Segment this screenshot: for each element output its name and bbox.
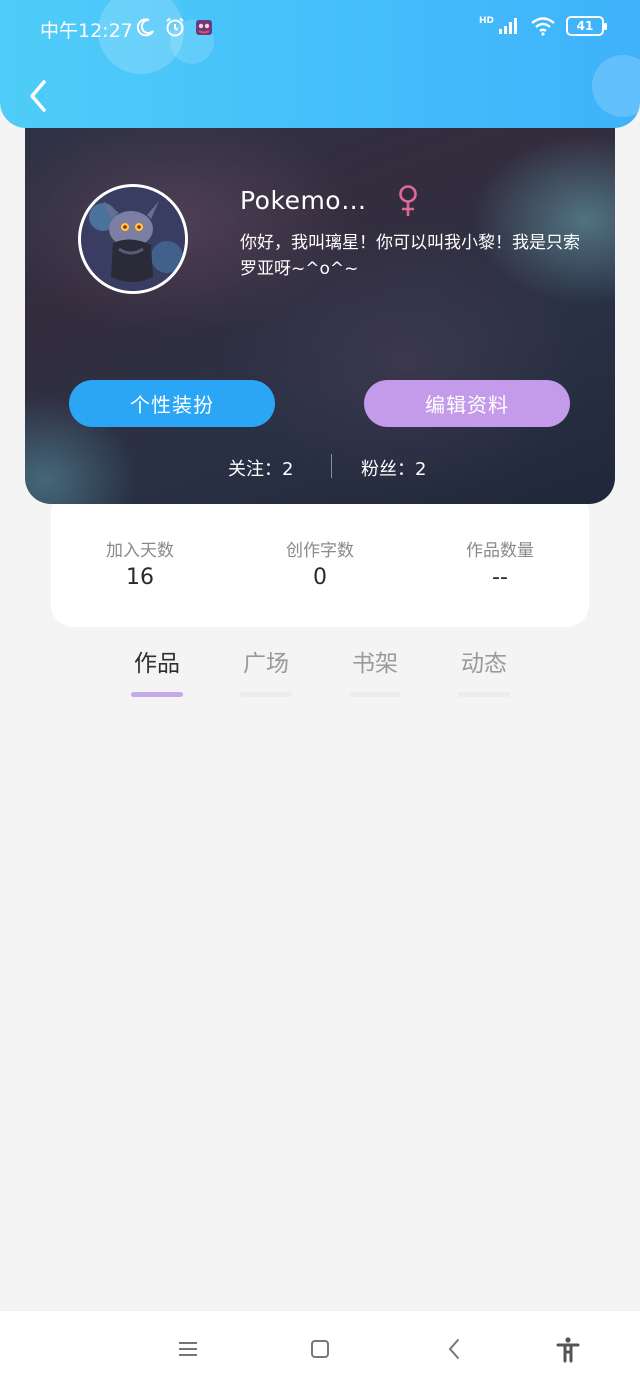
square-icon bbox=[311, 1340, 329, 1358]
content-tabs: 作品 广场 书架 动态 bbox=[0, 640, 640, 700]
status-icons-right: HD 41 bbox=[478, 16, 607, 36]
tab-indicator bbox=[240, 692, 292, 697]
tab-plaza[interactable]: 广场 bbox=[231, 644, 301, 697]
avatar[interactable] bbox=[78, 184, 188, 294]
back-triangle-icon bbox=[448, 1339, 459, 1359]
tab-label: 书架 bbox=[352, 651, 398, 677]
app-notification-icon bbox=[196, 20, 212, 35]
home-button[interactable] bbox=[306, 1335, 334, 1363]
system-back-button[interactable] bbox=[441, 1335, 469, 1363]
stat-label: 作品数量 bbox=[466, 541, 534, 561]
bio-text: 你好，我叫璃星！你可以叫我小黎！我是只索罗亚呀~^o^~ bbox=[240, 233, 580, 279]
follow-stats: 关注：2 粉丝：2 bbox=[25, 452, 615, 482]
avatar-image bbox=[81, 187, 185, 291]
stat-value: 16 bbox=[126, 565, 154, 590]
status-time: 中午12:27 bbox=[40, 20, 133, 42]
tab-label: 作品 bbox=[134, 651, 180, 677]
stat-value: 0 bbox=[313, 565, 327, 590]
tab-indicator bbox=[131, 692, 183, 697]
female-icon bbox=[399, 185, 417, 216]
moon-icon bbox=[136, 18, 154, 37]
alarm-clock-icon bbox=[166, 17, 184, 37]
battery-level: 41 bbox=[576, 19, 594, 33]
accessibility-button[interactable] bbox=[554, 1335, 582, 1363]
battery-indicator: 41 bbox=[566, 16, 607, 36]
tab-works[interactable]: 作品 bbox=[122, 644, 192, 697]
stats-card: 加入天数 16 创作字数 0 作品数量 -- bbox=[51, 490, 589, 627]
stat-label: 创作字数 bbox=[286, 541, 354, 561]
top-header: 中午12:27 HD 41 bbox=[0, 0, 640, 128]
chevron-left-icon bbox=[30, 80, 46, 112]
profile-screen: 中午12:27 HD 41 Pokemo… 你好，我叫璃星！你可以叫我小黎！我是… bbox=[0, 0, 640, 1387]
stat-value: -- bbox=[492, 565, 508, 590]
tab-bookshelf[interactable]: 书架 bbox=[340, 644, 410, 697]
fans-count[interactable]: 粉丝：2 bbox=[361, 455, 426, 481]
back-button[interactable] bbox=[20, 76, 56, 116]
profile-card: Pokemo… 你好，我叫璃星！你可以叫我小黎！我是只索罗亚呀~^o^~ 个性装… bbox=[25, 100, 615, 504]
divider bbox=[331, 454, 332, 478]
tab-indicator bbox=[349, 692, 401, 697]
tab-label: 广场 bbox=[243, 651, 289, 677]
tab-indicator bbox=[458, 692, 510, 697]
signal-icon bbox=[499, 18, 517, 34]
stat-works-count: 作品数量 -- bbox=[430, 536, 570, 590]
edit-profile-button[interactable]: 编辑资料 bbox=[364, 380, 570, 427]
stat-join-days: 加入天数 16 bbox=[70, 536, 210, 590]
status-bar: 中午12:27 HD 41 bbox=[0, 12, 640, 46]
decorative-bubble bbox=[592, 55, 640, 117]
accessibility-icon bbox=[556, 1337, 580, 1363]
wifi-icon bbox=[531, 17, 555, 36]
tab-activity[interactable]: 动态 bbox=[449, 644, 519, 697]
menu-icon bbox=[179, 1342, 197, 1356]
stat-label: 加入天数 bbox=[106, 541, 174, 561]
menu-button[interactable] bbox=[174, 1335, 202, 1363]
network-label: HD bbox=[478, 16, 494, 26]
decorate-button[interactable]: 个性装扮 bbox=[69, 380, 275, 427]
status-icons-left bbox=[136, 16, 214, 38]
username: Pokemo… bbox=[240, 186, 367, 215]
system-nav-bar bbox=[0, 1310, 640, 1387]
stat-word-count: 创作字数 0 bbox=[250, 536, 390, 590]
tab-label: 动态 bbox=[461, 651, 507, 677]
following-count[interactable]: 关注：2 bbox=[228, 455, 293, 481]
